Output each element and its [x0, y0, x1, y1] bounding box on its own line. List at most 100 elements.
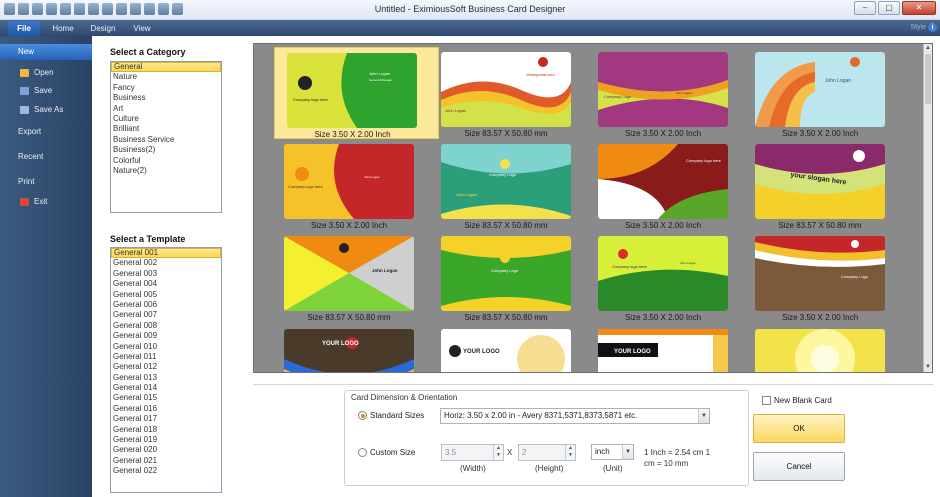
scroll-down-icon[interactable]: ▼ — [924, 363, 932, 372]
template-card[interactable]: Company Logo Size 83.57 X 50.80 mm — [421, 231, 576, 323]
template-list-item[interactable]: General 016 — [111, 404, 221, 414]
template-list-item[interactable]: General 007 — [111, 310, 221, 320]
height-stepper[interactable]: 2 ▲ ▼ — [518, 444, 576, 461]
standard-size-select[interactable]: Horiz: 3.50 x 2.00 in - Avery 8371,5371,… — [440, 408, 710, 424]
template-card[interactable]: your slogan here Size 83.57 X 50.80 mm — [735, 139, 890, 231]
info-icon[interactable]: i — [928, 23, 937, 32]
category-list-item[interactable]: Culture — [111, 114, 221, 124]
template-card[interactable]: Company logo here John Logan General Manag… — [274, 47, 439, 139]
template-card[interactable]: YOUR LOGO — [421, 324, 576, 372]
tab-design[interactable]: Design — [86, 21, 120, 36]
category-list-item[interactable]: General — [111, 62, 221, 73]
tab-view[interactable]: View — [128, 21, 156, 36]
template-card[interactable] — [735, 324, 890, 372]
category-list-item[interactable]: Nature — [111, 72, 221, 82]
sidebar-item-exit[interactable]: Exit — [0, 194, 92, 210]
template-list-item[interactable]: General 013 — [111, 373, 221, 383]
category-panel: Select a Category General Nature Fancy Busi… — [92, 36, 241, 497]
template-card[interactable]: Vesteportal.com John Logan Size 83.57 X 50… — [421, 47, 576, 139]
svg-text:YOUR LOGO: YOUR LOGO — [463, 349, 500, 355]
gallery-scrollbar[interactable]: ▲ ▼ — [923, 44, 932, 372]
file-menu-sidebar: New Open Save Save As Export Recent Prin… — [0, 36, 92, 497]
sidebar-item-recent[interactable]: Recent — [0, 149, 92, 165]
sidebar-item-save-as[interactable]: Save As — [0, 102, 92, 118]
template-card[interactable]: Company Logo John Logan Size 3.50 X 2.00 I… — [578, 47, 733, 139]
template-gallery[interactable]: Company logo here John Logan General Manag… — [253, 43, 933, 373]
template-card[interactable]: YOUR LOGO — [578, 324, 733, 372]
template-list-item[interactable]: General 004 — [111, 279, 221, 289]
template-list-item[interactable]: General 001 — [111, 248, 221, 259]
chevron-down-icon[interactable]: ▼ — [698, 409, 709, 423]
category-list-item[interactable]: Colorful — [111, 156, 221, 166]
tab-home[interactable]: Home — [48, 21, 78, 36]
category-list-item[interactable]: Fancy — [111, 83, 221, 93]
tab-file[interactable]: File — [8, 21, 40, 36]
category-list-item[interactable]: Nature(2) — [111, 166, 221, 176]
close-button[interactable]: ✕ — [902, 1, 936, 15]
template-card[interactable]: John Logan Size 3.50 X 2.00 Inch — [735, 47, 890, 139]
sidebar-item-export[interactable]: Export — [0, 124, 92, 140]
chevron-down-icon[interactable]: ▼ — [622, 445, 633, 459]
template-list-item[interactable]: General 003 — [111, 269, 221, 279]
new-blank-card-label: New Blank Card — [774, 396, 832, 405]
template-list-item[interactable]: General 005 — [111, 290, 221, 300]
standard-size-radio[interactable] — [358, 411, 367, 420]
style-menu[interactable]: Style — [910, 24, 926, 31]
template-card[interactable]: Company logo here John Logan Size 3.50 X 2… — [264, 139, 419, 231]
sidebar-item-save[interactable]: Save — [0, 83, 92, 99]
category-list-item[interactable]: Business(2) — [111, 145, 221, 155]
minimize-button[interactable]: – — [854, 1, 876, 15]
template-list-item[interactable]: General 006 — [111, 300, 221, 310]
template-list-item[interactable]: General 019 — [111, 435, 221, 445]
unit-caption: (Unit) — [603, 464, 623, 473]
dimension-group-title: Card Dimension & Orientation — [349, 393, 460, 402]
cancel-button[interactable]: Cancel — [753, 452, 845, 481]
category-list-item[interactable]: Art — [111, 104, 221, 114]
template-list-item[interactable]: General 015 — [111, 393, 221, 403]
template-card[interactable]: Company Logo Size 3.50 X 2.00 Inch — [735, 231, 890, 323]
svg-text:YOUR LOGO: YOUR LOGO — [614, 349, 651, 355]
width-stepper[interactable]: 3.5 ▲ ▼ — [441, 444, 504, 461]
sidebar-item-print[interactable]: Print — [0, 174, 92, 190]
template-card[interactable]: YOUR LOGO — [264, 324, 419, 372]
width-caption: (Width) — [460, 464, 486, 473]
template-list-item[interactable]: General 010 — [111, 342, 221, 352]
template-list-item[interactable]: General 012 — [111, 362, 221, 372]
category-list-item[interactable]: Business Service — [111, 135, 221, 145]
custom-size-radio[interactable] — [358, 448, 367, 457]
card-size-caption: Size 3.50 X 2.00 Inch — [624, 129, 702, 138]
category-list[interactable]: General Nature Fancy Business Art Culture Bril… — [110, 61, 222, 213]
template-card[interactable]: Company logo here Size 3.50 X 2.00 Inch — [578, 139, 733, 231]
template-list-item[interactable]: General 011 — [111, 352, 221, 362]
unit-select[interactable]: inch ▼ — [591, 444, 634, 460]
template-list-item[interactable]: General 018 — [111, 425, 221, 435]
svg-text:John Logan: John Logan — [680, 261, 696, 265]
template-list-item[interactable]: General 002 — [111, 258, 221, 268]
template-list-item[interactable]: General 020 — [111, 445, 221, 455]
scroll-thumb[interactable] — [925, 54, 931, 104]
card-preview: Company Logo John Logan — [598, 52, 728, 127]
sidebar-item-new[interactable]: New — [0, 44, 92, 60]
ok-button[interactable]: OK — [753, 414, 845, 443]
card-preview: Company logo here John Logan — [284, 144, 414, 219]
template-list-item[interactable]: General 022 — [111, 466, 221, 476]
template-card[interactable]: Company logo here John Logan Size 3.50 X 2… — [578, 231, 733, 323]
template-list-item[interactable]: General 014 — [111, 383, 221, 393]
category-list-item[interactable]: Business — [111, 93, 221, 103]
template-list[interactable]: General 001 General 002 General 003 General… — [110, 247, 222, 493]
template-card[interactable]: John Logan Size 83.57 X 50.80 mm — [264, 231, 419, 323]
template-list-item[interactable]: General 008 — [111, 321, 221, 331]
scroll-up-icon[interactable]: ▲ — [924, 44, 932, 53]
template-list-item[interactable]: General 017 — [111, 414, 221, 424]
sidebar-item-open[interactable]: Open — [0, 65, 92, 81]
card-preview: YOUR LOGO — [598, 329, 728, 372]
category-list-item[interactable]: Brilliant — [111, 124, 221, 134]
template-list-item[interactable]: General 009 — [111, 331, 221, 341]
card-preview: YOUR LOGO — [284, 329, 414, 372]
stepper-arrows-icon[interactable]: ▲ ▼ — [493, 445, 503, 460]
template-list-item[interactable]: General 021 — [111, 456, 221, 466]
template-card[interactable]: Company Logo John Logan Size 83.57 X 50.80… — [421, 139, 576, 231]
stepper-arrows-icon[interactable]: ▲ ▼ — [565, 445, 575, 460]
new-blank-card-checkbox[interactable] — [762, 396, 771, 405]
maximize-button[interactable]: ▢ — [878, 1, 900, 15]
